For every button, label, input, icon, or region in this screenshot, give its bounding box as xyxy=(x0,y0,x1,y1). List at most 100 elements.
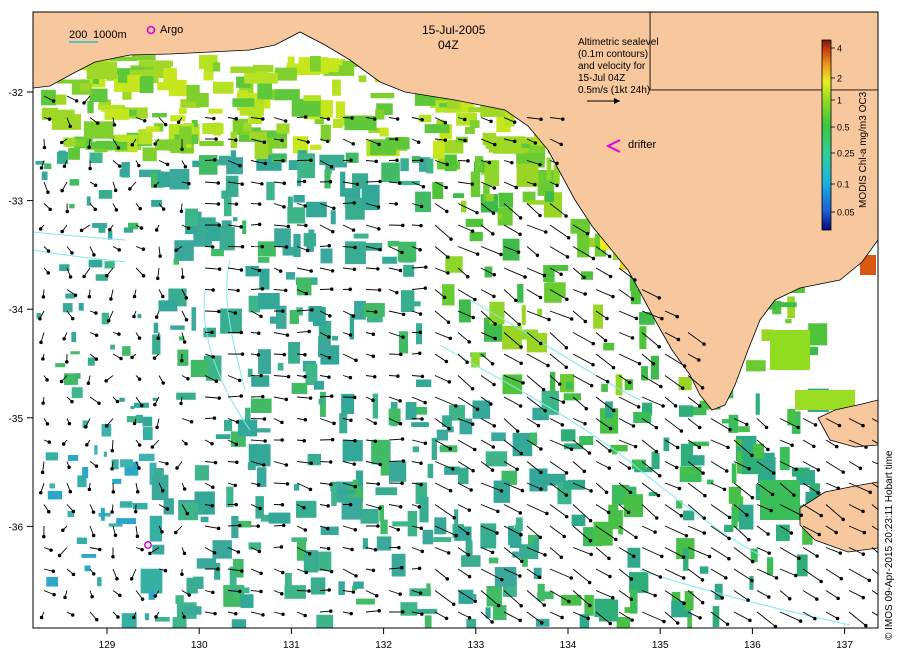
velocity-arrow-head xyxy=(588,603,592,608)
velocity-arrow-head xyxy=(140,597,145,601)
chlorophyll-patch xyxy=(231,619,247,628)
velocity-arrow-head xyxy=(838,551,843,555)
velocity-arrow-head xyxy=(519,451,524,456)
chlorophyll-patch xyxy=(82,466,89,479)
chlorophyll-patch xyxy=(142,427,153,441)
velocity-arrow-head xyxy=(139,226,144,230)
velocity-arrow-head xyxy=(539,117,543,121)
velocity-arrow-head xyxy=(348,333,353,337)
velocity-arrow-head xyxy=(424,265,428,269)
chlorophyll-patch xyxy=(616,488,637,496)
velocity-arrow-head xyxy=(651,362,656,366)
velocity-arrow-head xyxy=(309,269,313,273)
velocity-arrow-head xyxy=(95,617,99,622)
velocity-arrow-head xyxy=(466,274,470,279)
chlorophyll-patch xyxy=(381,162,400,183)
colorbar-label: MODIS Chl-a mg/m3 OC3 xyxy=(858,91,869,208)
velocity-arrow-head xyxy=(212,550,217,555)
velocity-arrow-head xyxy=(90,594,94,599)
chlorophyll-patch xyxy=(233,217,238,222)
velocity-arrow-head xyxy=(564,493,569,497)
velocity-arrow-head xyxy=(377,227,381,231)
velocity-arrow-head xyxy=(284,245,289,249)
velocity-arrow-head xyxy=(87,145,91,149)
velocity-arrow-head xyxy=(65,209,70,214)
chlorophyll-patch xyxy=(570,218,590,234)
velocity-arrow xyxy=(365,289,380,291)
velocity-arrow-head xyxy=(354,358,358,363)
velocity-arrow-head xyxy=(614,537,618,542)
chlorophyll-patch xyxy=(364,303,385,317)
velocity-arrow-head xyxy=(233,311,238,315)
velocity-arrow-head xyxy=(353,438,357,443)
velocity-arrow-head xyxy=(282,523,286,528)
chlorophyll-patch xyxy=(291,382,308,395)
chlorophyll-patch xyxy=(356,252,364,259)
chlorophyll-patch xyxy=(178,108,187,114)
velocity-arrow-head xyxy=(238,589,242,594)
velocity-arrow-head xyxy=(108,227,112,232)
velocity-arrow-head xyxy=(163,568,168,573)
velocity-arrow-head xyxy=(260,244,265,249)
velocity-arrow-head xyxy=(467,615,472,620)
velocity-arrow-head xyxy=(722,487,727,492)
velocity-arrow-head xyxy=(564,514,569,519)
chlorophyll-patch xyxy=(339,489,356,495)
velocity-arrow-head xyxy=(352,201,356,205)
chlorophyll-patch xyxy=(279,312,286,317)
velocity-arrow-head xyxy=(70,316,75,321)
chlorophyll-patch xyxy=(293,233,301,258)
chlorophyll-patch xyxy=(401,301,421,307)
velocity-arrow-head xyxy=(67,421,72,426)
velocity-arrow-head xyxy=(110,510,114,514)
chlorophyll-patch xyxy=(354,300,366,320)
chlorophyll-patch xyxy=(94,445,98,455)
velocity-arrow-head xyxy=(92,253,96,257)
chlorophyll-patch xyxy=(474,156,484,172)
velocity-arrow-head xyxy=(303,528,308,532)
velocity-arrow-head xyxy=(446,551,451,555)
chlorophyll-patch xyxy=(258,349,271,375)
colorbar-tick-label: 0.1 xyxy=(837,180,850,190)
chlorophyll-patch xyxy=(268,512,291,524)
chlorophyll-patch xyxy=(623,494,643,518)
velocity-arrow-head xyxy=(446,320,451,325)
chlorophyll-patch xyxy=(372,393,379,419)
chlorophyll-patch xyxy=(310,577,326,595)
chlorophyll-patch xyxy=(488,557,499,564)
chlorophyll-patch xyxy=(545,282,566,298)
velocity-arrow-head xyxy=(308,396,313,400)
velocity-arrow-head xyxy=(514,185,519,190)
velocity-arrow-head xyxy=(790,443,794,447)
velocity-arrow-head xyxy=(673,404,678,408)
chlorophyll-patch xyxy=(332,79,341,96)
velocity-arrow-head xyxy=(111,555,115,559)
chlorophyll-patch xyxy=(67,454,79,461)
chlorophyll-patch xyxy=(177,349,189,366)
velocity-arrow-head xyxy=(91,533,96,538)
velocity-arrow-head xyxy=(329,482,333,487)
chlorophyll-patch xyxy=(257,241,276,257)
velocity-arrow-head xyxy=(589,489,593,493)
velocity-arrow-head xyxy=(547,317,551,322)
velocity-arrow-head xyxy=(182,551,187,556)
chlorophyll-patch xyxy=(104,108,130,120)
velocity-arrow-head xyxy=(258,506,262,511)
chlorophyll-patch xyxy=(151,474,169,501)
velocity-arrow-head xyxy=(394,137,399,141)
velocity-arrow-head xyxy=(353,527,358,532)
velocity-arrow-head xyxy=(697,445,702,450)
chlorophyll-patch xyxy=(69,203,75,209)
x-tick-label: 134 xyxy=(560,640,577,651)
chlorophyll-patch xyxy=(415,191,431,213)
velocity-arrow-head xyxy=(182,487,187,491)
velocity-arrow-head xyxy=(142,118,147,123)
velocity-arrow-head xyxy=(707,554,712,559)
scale-bar-label: 200 xyxy=(69,29,87,41)
chlorophyll-patch xyxy=(223,419,233,432)
velocity-arrow-head xyxy=(329,609,333,613)
chlorophyll-patch xyxy=(230,150,237,168)
chlorophyll-patch xyxy=(469,231,483,242)
velocity-arrow-head xyxy=(420,612,424,616)
velocity-arrow-head xyxy=(182,340,187,344)
